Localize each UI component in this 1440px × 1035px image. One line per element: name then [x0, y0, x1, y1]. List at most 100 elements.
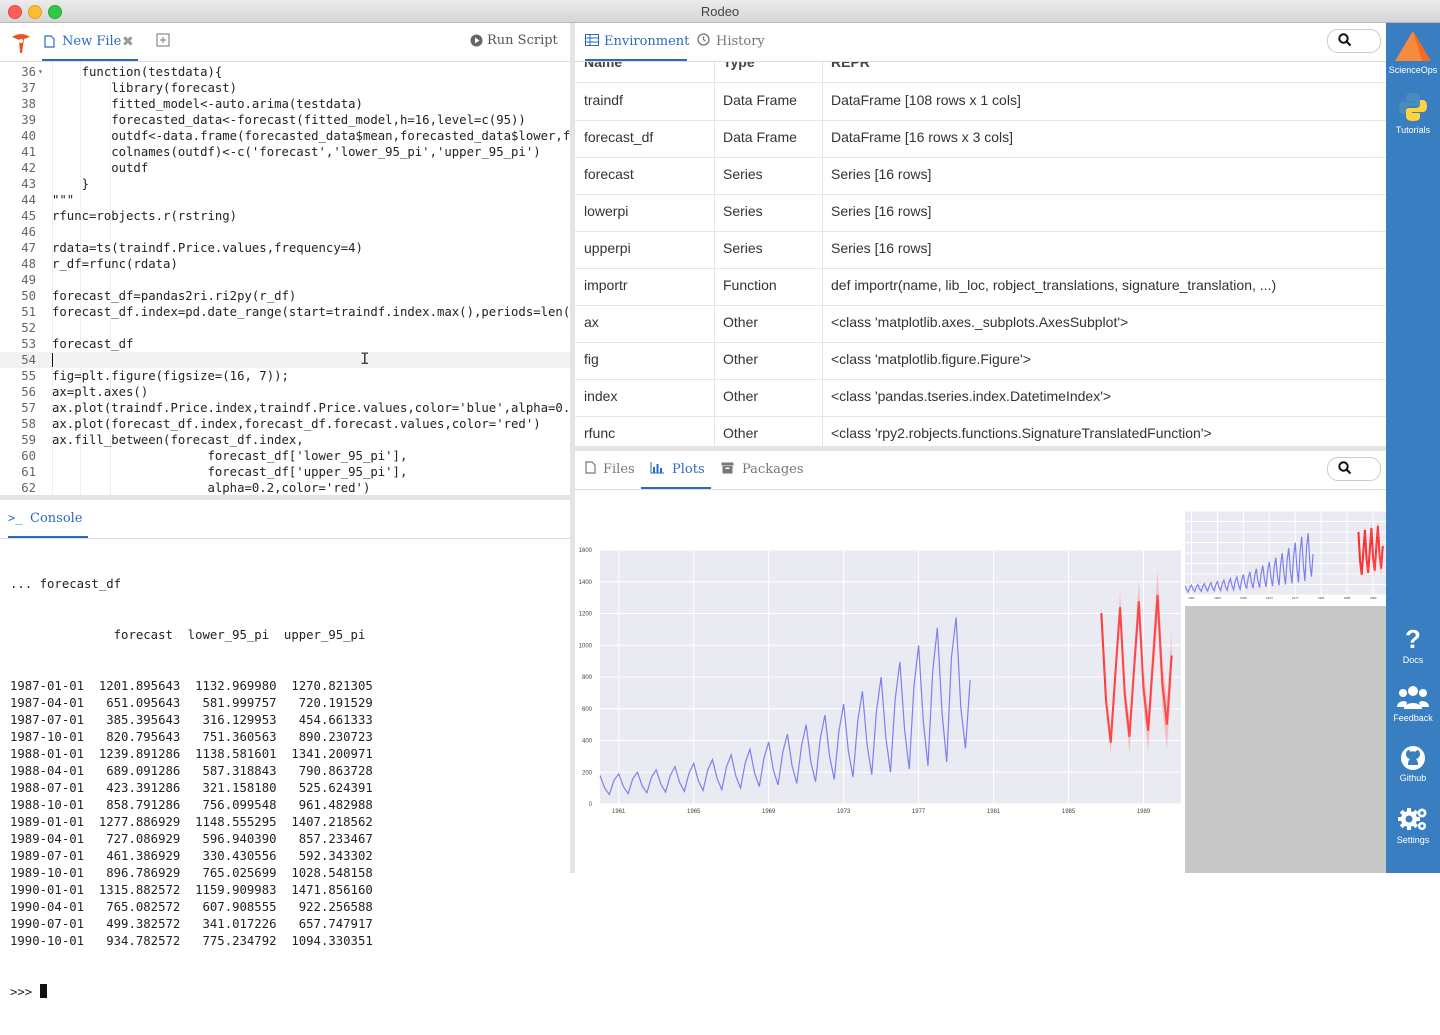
- code-line[interactable]: 56 ax=plt.axes(): [0, 384, 570, 400]
- sidebar-item-github[interactable]: Github: [1386, 745, 1440, 783]
- line-number: 41: [21, 145, 36, 159]
- code-line[interactable]: 52: [0, 320, 570, 336]
- code-line[interactable]: 58 ax.plot(forecast_df.index,forecast_df.…: [0, 416, 570, 432]
- x-tick-label: 1981: [987, 809, 1001, 815]
- code-line[interactable]: 40 outdf<-data.frame(forecasted_data$mea…: [0, 128, 570, 144]
- code-line[interactable]: 44 """: [0, 192, 570, 208]
- environment-row[interactable]: lowerpi Series Series [16 rows]: [575, 194, 1386, 232]
- column-header-name[interactable]: Name: [584, 62, 622, 70]
- tab-history[interactable]: History: [697, 23, 767, 61]
- environment-row[interactable]: fig Other <class 'matplotlib.figure.Figure…: [575, 342, 1386, 380]
- console-prompt[interactable]: >>>: [10, 984, 373, 1001]
- environment-row[interactable]: rfunc Other <class 'rpy2.robjects.function…: [575, 416, 1386, 446]
- sidebar-item-tutorials[interactable]: Tutorials: [1386, 91, 1440, 135]
- code-line[interactable]: 49: [0, 272, 570, 288]
- code-line[interactable]: 59 ax.fill_between(forecast_df.index,: [0, 432, 570, 448]
- line-number: 48: [21, 257, 36, 271]
- environment-row[interactable]: forecast_df Data Frame DataFrame [16 rows …: [575, 120, 1386, 158]
- code-line[interactable]: 42 outdf: [0, 160, 570, 176]
- terminal-icon: >_: [8, 511, 23, 525]
- line-number: 58: [21, 417, 36, 431]
- plot-thumbnail[interactable]: 1961 1965 1969 1973 1977 1981 1985 1989: [1185, 491, 1386, 606]
- code-line[interactable]: 61 forecast_df['upper_95_pi'],: [0, 464, 570, 480]
- console-row: 1990-07-01 499.382572 341.017226 657.747…: [10, 917, 373, 931]
- x-tick-label: 1977: [912, 809, 926, 815]
- plot-thumbnails: 1961 1965 1969 1973 1977 1981 1985 1989: [1185, 491, 1386, 873]
- tab-packages[interactable]: Packages: [721, 451, 804, 489]
- environment-cell-repr: def importr(name, lib_loc, robject_trans…: [831, 277, 1277, 293]
- y-tick-label: 800: [582, 675, 593, 681]
- fold-arrow-icon[interactable]: ▾: [38, 64, 43, 80]
- code-line[interactable]: 60 forecast_df['lower_95_pi'],: [0, 448, 570, 464]
- environment-row[interactable]: importr Function def importr(name, lib_loc…: [575, 268, 1386, 306]
- console-pane: >_ Console ... forecast_df forecast lowe…: [0, 500, 570, 999]
- code-line[interactable]: 54: [0, 352, 570, 368]
- y-tick-label: 1000: [579, 643, 593, 649]
- editor-tab-label: New File: [62, 34, 122, 49]
- code-line[interactable]: 55 fig=plt.figure(figsize=(16, 7));: [0, 368, 570, 384]
- code-line[interactable]: 53 forecast_df: [0, 336, 570, 352]
- environment-cell-name: fig: [584, 351, 599, 367]
- code-line[interactable]: 37 library(forecast): [0, 80, 570, 96]
- code-editor[interactable]: 36 function(testdata){▾ 37 library(foreca…: [0, 62, 570, 495]
- close-tab-icon[interactable]: ✖: [122, 33, 134, 50]
- environment-row[interactable]: index Other <class 'pandas.tseries.index.D…: [575, 379, 1386, 417]
- environment-cell-type: Other: [723, 388, 759, 404]
- code-line[interactable]: 51 forecast_df.index=pd.date_range(start=…: [0, 304, 570, 320]
- environment-row[interactable]: traindf Data Frame DataFrame [108 rows x 1…: [575, 83, 1386, 121]
- sidebar-item-settings[interactable]: Settings: [1386, 805, 1440, 845]
- code-text: forecast_df=pandas2ri.ri2py(r_df): [52, 289, 297, 303]
- environment-row[interactable]: forecast Series Series [16 rows]: [575, 157, 1386, 195]
- new-tab-icon[interactable]: [156, 33, 170, 52]
- tab-packages-label: Packages: [742, 462, 804, 477]
- code-text: rfunc=robjects.r(rstring): [52, 209, 238, 223]
- code-text: """: [52, 193, 75, 207]
- console-row: 1988-07-01 423.391286 321.158180 525.624…: [10, 781, 373, 795]
- tab-files[interactable]: Files: [585, 451, 641, 489]
- code-line[interactable]: 57 ax.plot(traindf.Price.index,traindf.Pr…: [0, 400, 570, 416]
- code-line[interactable]: 39 forecasted_data<-forecast(fitted_mode…: [0, 112, 570, 128]
- code-line[interactable]: 43 }: [0, 176, 570, 192]
- sidebar-label-feedback: Feedback: [1393, 713, 1433, 723]
- environment-cell-name: rfunc: [584, 425, 616, 441]
- forecast-chart: 0 200 400 600 800 1000 1200 1400 1600 1961 1965 196…: [579, 548, 1181, 815]
- environment-cell-type: Series: [723, 166, 763, 182]
- environment-cell-type: Function: [723, 277, 777, 293]
- active-plot[interactable]: 0 200 400 600 800 1000 1200 1400 1600 1961 1965 196…: [575, 491, 1185, 873]
- window-title: Rodeo: [700, 4, 740, 19]
- code-line[interactable]: 45 rfunc=robjects.r(rstring): [0, 208, 570, 224]
- column-header-type[interactable]: Type: [723, 62, 755, 70]
- code-line[interactable]: 41 colnames(outdf)<-c('forecast','lower_…: [0, 144, 570, 160]
- sidebar-item-scienceops[interactable]: ScienceOps: [1386, 29, 1440, 75]
- tab-environment-label: Environment: [604, 34, 690, 49]
- line-number: 53: [21, 337, 36, 351]
- x-tick-label: 1961: [612, 809, 626, 815]
- code-line[interactable]: 38 fitted_model<-auto.arima(testdata): [0, 96, 570, 112]
- sidebar-item-feedback[interactable]: Feedback: [1386, 683, 1440, 723]
- code-line[interactable]: 62 alpha=0.2,color='red'): [0, 480, 570, 495]
- tab-plots[interactable]: Plots: [641, 451, 711, 489]
- console-row: 1987-07-01 385.395643 316.129953 454.661…: [10, 713, 373, 727]
- console-tab-label: Console: [30, 511, 83, 526]
- code-line[interactable]: 50 forecast_df=pandas2ri.ri2py(r_df): [0, 288, 570, 304]
- code-line[interactable]: 46: [0, 224, 570, 240]
- environment-row[interactable]: upperpi Series Series [16 rows]: [575, 231, 1386, 269]
- code-text: alpha=0.2,color='red'): [52, 481, 371, 495]
- editor-tab-new-file[interactable]: New File ✖: [42, 23, 138, 61]
- tab-environment[interactable]: Environment: [585, 23, 690, 61]
- code-line[interactable]: 47 rdata=ts(traindf.Price.values,frequenc…: [0, 240, 570, 256]
- environment-pane: Environment History Name Type REPR train…: [575, 23, 1386, 446]
- tab-console[interactable]: >_ Console: [8, 500, 88, 538]
- run-script-label: Run Script: [487, 33, 558, 48]
- sidebar-item-docs[interactable]: ? Docs: [1386, 625, 1440, 665]
- environment-search-input[interactable]: [1327, 29, 1381, 53]
- code-text: forecast_df['upper_95_pi'],: [52, 465, 408, 479]
- code-line[interactable]: 48 r_df=rfunc(rdata): [0, 256, 570, 272]
- code-line[interactable]: 36 function(testdata){▾: [0, 64, 570, 80]
- environment-cell-name: upperpi: [584, 240, 631, 256]
- line-number: 61: [21, 465, 36, 479]
- column-header-repr[interactable]: REPR: [831, 62, 870, 70]
- environment-row[interactable]: ax Other <class 'matplotlib.axes._subplots…: [575, 305, 1386, 343]
- console-output[interactable]: ... forecast_df forecast lower_95_pi upp…: [10, 542, 373, 1035]
- plots-search-input[interactable]: [1327, 457, 1381, 481]
